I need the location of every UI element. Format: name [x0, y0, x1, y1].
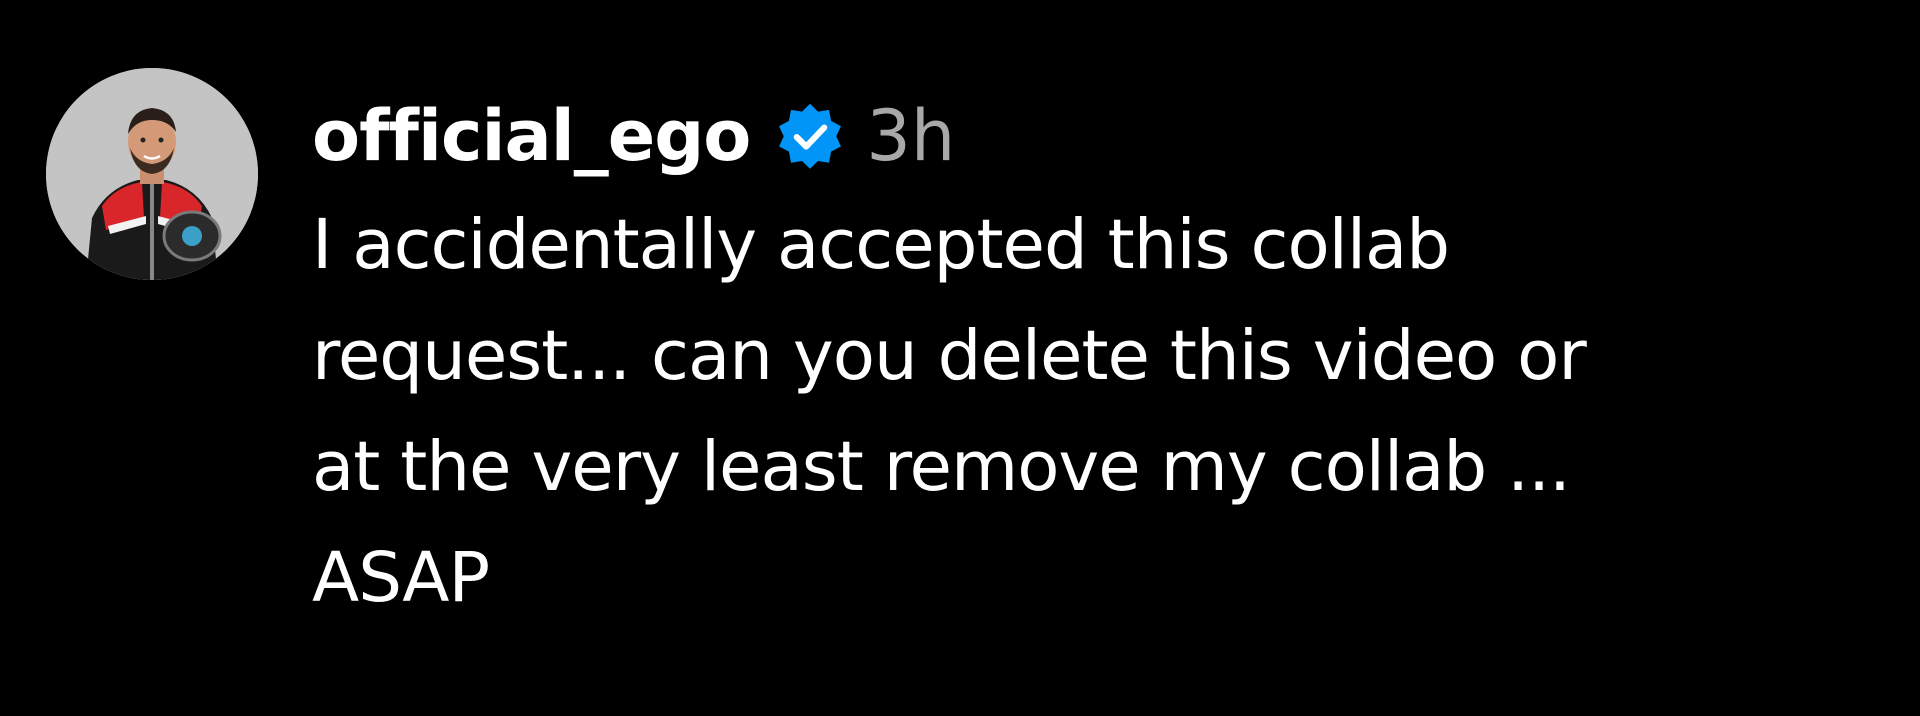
comment-header: official_ego 3h: [312, 86, 1892, 186]
profile-avatar-icon[interactable]: [46, 68, 258, 280]
comment-text: I accidentally accepted this collab requ…: [312, 205, 1587, 618]
username-link[interactable]: official_ego: [312, 86, 751, 186]
comment: official_ego 3h I accidentally accepted …: [0, 0, 1920, 716]
verified-badge-icon: [772, 100, 848, 176]
comment-body: official_ego 3h I accidentally accepted …: [312, 86, 1892, 634]
comment-timestamp: 3h: [866, 95, 956, 177]
